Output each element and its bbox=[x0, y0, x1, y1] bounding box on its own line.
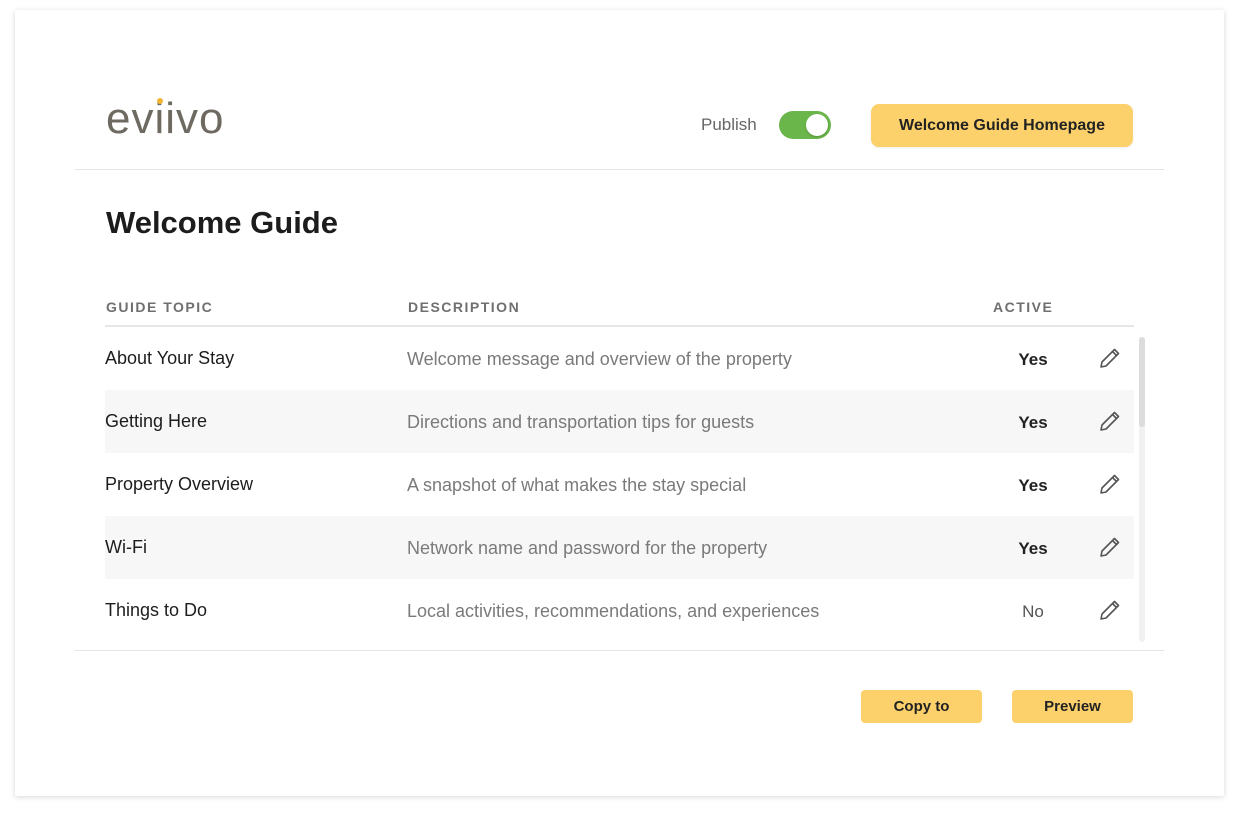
table-scrollbar[interactable] bbox=[1139, 337, 1145, 642]
row-active: Yes bbox=[1018, 350, 1048, 369]
publish-toggle[interactable] bbox=[779, 111, 831, 139]
publish-label: Publish bbox=[701, 115, 757, 134]
table-row: About Your Stay Welcome message and over… bbox=[105, 327, 1134, 390]
header-divider bbox=[75, 169, 1164, 170]
preview-button[interactable]: Preview bbox=[1012, 690, 1133, 723]
toggle-knob bbox=[806, 114, 828, 136]
eviivo-logo: eviivo bbox=[106, 92, 225, 146]
table-row: Things to Do Local activities, recommend… bbox=[105, 579, 1134, 642]
pencil-icon[interactable] bbox=[1098, 346, 1122, 370]
welcome-guide-card: eviivo Publish Welcome Guide Homepage We… bbox=[15, 10, 1224, 796]
row-active: No bbox=[1022, 602, 1044, 621]
copy-to-button[interactable]: Copy to bbox=[861, 690, 982, 723]
page-title: Welcome Guide bbox=[106, 205, 338, 240]
pencil-icon[interactable] bbox=[1098, 535, 1122, 559]
pencil-icon[interactable] bbox=[1098, 598, 1122, 622]
column-header-description: DESCRIPTION bbox=[408, 299, 521, 315]
row-description: A snapshot of what makes the stay specia… bbox=[407, 475, 747, 495]
pencil-icon[interactable] bbox=[1098, 472, 1122, 496]
row-description: Welcome message and overview of the prop… bbox=[407, 349, 792, 369]
row-description: Local activities, recommendations, and e… bbox=[407, 601, 820, 621]
row-topic: Getting Here bbox=[105, 411, 208, 431]
row-topic: Things to Do bbox=[105, 600, 208, 620]
row-description: Network name and password for the proper… bbox=[407, 538, 768, 558]
row-topic: Wi-Fi bbox=[105, 537, 147, 557]
column-header-active: ACTIVE bbox=[993, 299, 1054, 315]
row-topic: About Your Stay bbox=[105, 348, 235, 368]
row-description: Directions and transportation tips for g… bbox=[407, 412, 755, 432]
row-active: Yes bbox=[1018, 413, 1048, 432]
column-header-guide-topic: GUIDE TOPIC bbox=[106, 299, 214, 315]
table-row: Property Overview A snapshot of what mak… bbox=[105, 453, 1134, 516]
row-active: Yes bbox=[1018, 476, 1048, 495]
guide-topics-table: About Your Stay Welcome message and over… bbox=[105, 327, 1134, 642]
scrollbar-thumb[interactable] bbox=[1139, 337, 1145, 427]
footer-divider bbox=[75, 650, 1164, 651]
table-row: Wi-Fi Network name and password for the … bbox=[105, 516, 1134, 579]
welcome-guide-homepage-button[interactable]: Welcome Guide Homepage bbox=[871, 104, 1133, 147]
table-row: Getting Here Directions and transportati… bbox=[105, 390, 1134, 453]
row-active: Yes bbox=[1018, 539, 1048, 558]
row-topic: Property Overview bbox=[105, 474, 254, 494]
pencil-icon[interactable] bbox=[1098, 409, 1122, 433]
